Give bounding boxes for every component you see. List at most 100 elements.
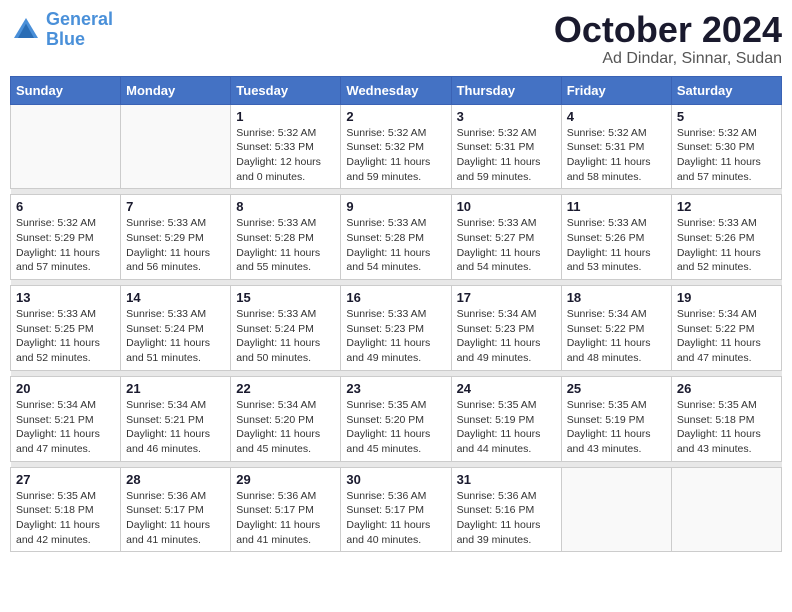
calendar-cell: 25 Sunrise: 5:35 AM Sunset: 5:19 PM Dayli… xyxy=(561,376,671,461)
calendar-cell: 9 Sunrise: 5:33 AM Sunset: 5:28 PM Daylig… xyxy=(341,195,451,280)
calendar-cell: 26 Sunrise: 5:35 AM Sunset: 5:18 PM Dayli… xyxy=(671,376,781,461)
calendar-cell: 13 Sunrise: 5:33 AM Sunset: 5:25 PM Dayli… xyxy=(11,286,121,371)
day-number: 18 xyxy=(567,290,666,305)
location-title: Ad Dindar, Sinnar, Sudan xyxy=(554,50,782,68)
calendar-cell: 6 Sunrise: 5:32 AM Sunset: 5:29 PM Daylig… xyxy=(11,195,121,280)
calendar-table: SundayMondayTuesdayWednesdayThursdayFrid… xyxy=(10,76,782,553)
calendar-cell: 11Sunrise: 5:33 AM Sunset: 5:26 PM Dayli… xyxy=(561,195,671,280)
weekday-header-saturday: Saturday xyxy=(671,76,781,104)
calendar-cell: 19 Sunrise: 5:34 AM Sunset: 5:22 PM Dayli… xyxy=(671,286,781,371)
calendar-cell: 10 Sunrise: 5:33 AM Sunset: 5:27 PM Dayli… xyxy=(451,195,561,280)
day-number: 1 xyxy=(236,109,335,124)
day-info: Sunrise: 5:34 AM Sunset: 5:20 PM Dayligh… xyxy=(236,398,335,457)
day-number: 6 xyxy=(16,199,115,214)
day-number: 5 xyxy=(677,109,776,124)
calendar-week-row: 13 Sunrise: 5:33 AM Sunset: 5:25 PM Dayli… xyxy=(11,286,782,371)
day-number: 19 xyxy=(677,290,776,305)
calendar-cell: 3 Sunrise: 5:32 AM Sunset: 5:31 PM Daylig… xyxy=(451,104,561,189)
day-info: Sunrise: 5:35 AM Sunset: 5:19 PM Dayligh… xyxy=(457,398,556,457)
calendar-cell: 31Sunrise: 5:36 AM Sunset: 5:16 PM Dayli… xyxy=(451,467,561,552)
calendar-cell: 18 Sunrise: 5:34 AM Sunset: 5:22 PM Dayli… xyxy=(561,286,671,371)
calendar-cell: 14 Sunrise: 5:33 AM Sunset: 5:24 PM Dayli… xyxy=(121,286,231,371)
calendar-cell: 28 Sunrise: 5:36 AM Sunset: 5:17 PM Dayli… xyxy=(121,467,231,552)
day-info: Sunrise: 5:33 AM Sunset: 5:23 PM Dayligh… xyxy=(346,307,445,366)
day-number: 3 xyxy=(457,109,556,124)
day-number: 7 xyxy=(126,199,225,214)
day-info: Sunrise: 5:33 AM Sunset: 5:27 PM Dayligh… xyxy=(457,216,556,275)
day-number: 8 xyxy=(236,199,335,214)
logo-line2: Blue xyxy=(46,29,85,49)
day-number: 12 xyxy=(677,199,776,214)
day-info: Sunrise: 5:34 AM Sunset: 5:21 PM Dayligh… xyxy=(16,398,115,457)
calendar-cell: 17Sunrise: 5:34 AM Sunset: 5:23 PM Dayli… xyxy=(451,286,561,371)
calendar-cell: 7 Sunrise: 5:33 AM Sunset: 5:29 PM Daylig… xyxy=(121,195,231,280)
day-number: 10 xyxy=(457,199,556,214)
day-number: 24 xyxy=(457,381,556,396)
weekday-header-thursday: Thursday xyxy=(451,76,561,104)
day-info: Sunrise: 5:32 AM Sunset: 5:33 PM Dayligh… xyxy=(236,126,335,185)
day-number: 14 xyxy=(126,290,225,305)
logo: General Blue xyxy=(10,10,113,50)
day-info: Sunrise: 5:33 AM Sunset: 5:25 PM Dayligh… xyxy=(16,307,115,366)
day-number: 25 xyxy=(567,381,666,396)
day-info: Sunrise: 5:35 AM Sunset: 5:18 PM Dayligh… xyxy=(677,398,776,457)
day-number: 4 xyxy=(567,109,666,124)
calendar-cell: 21Sunrise: 5:34 AM Sunset: 5:21 PM Dayli… xyxy=(121,376,231,461)
day-info: Sunrise: 5:35 AM Sunset: 5:20 PM Dayligh… xyxy=(346,398,445,457)
calendar-cell xyxy=(121,104,231,189)
month-title: October 2024 xyxy=(554,10,782,50)
calendar-cell: 29Sunrise: 5:36 AM Sunset: 5:17 PM Dayli… xyxy=(231,467,341,552)
calendar-cell xyxy=(11,104,121,189)
day-number: 16 xyxy=(346,290,445,305)
weekday-header-monday: Monday xyxy=(121,76,231,104)
day-number: 2 xyxy=(346,109,445,124)
calendar-week-row: 20 Sunrise: 5:34 AM Sunset: 5:21 PM Dayli… xyxy=(11,376,782,461)
calendar-cell: 8 Sunrise: 5:33 AM Sunset: 5:28 PM Daylig… xyxy=(231,195,341,280)
calendar-cell: 15Sunrise: 5:33 AM Sunset: 5:24 PM Dayli… xyxy=(231,286,341,371)
day-info: Sunrise: 5:34 AM Sunset: 5:22 PM Dayligh… xyxy=(677,307,776,366)
day-number: 30 xyxy=(346,472,445,487)
day-info: Sunrise: 5:32 AM Sunset: 5:29 PM Dayligh… xyxy=(16,216,115,275)
calendar-cell: 20 Sunrise: 5:34 AM Sunset: 5:21 PM Dayli… xyxy=(11,376,121,461)
calendar-cell: 30 Sunrise: 5:36 AM Sunset: 5:17 PM Dayli… xyxy=(341,467,451,552)
day-number: 20 xyxy=(16,381,115,396)
calendar-cell xyxy=(671,467,781,552)
day-info: Sunrise: 5:33 AM Sunset: 5:29 PM Dayligh… xyxy=(126,216,225,275)
day-info: Sunrise: 5:33 AM Sunset: 5:28 PM Dayligh… xyxy=(236,216,335,275)
calendar-week-row: 27 Sunrise: 5:35 AM Sunset: 5:18 PM Dayli… xyxy=(11,467,782,552)
day-number: 27 xyxy=(16,472,115,487)
day-info: Sunrise: 5:32 AM Sunset: 5:31 PM Dayligh… xyxy=(567,126,666,185)
calendar-cell: 22 Sunrise: 5:34 AM Sunset: 5:20 PM Dayli… xyxy=(231,376,341,461)
title-area: October 2024 Ad Dindar, Sinnar, Sudan xyxy=(554,10,782,68)
page-header: General Blue October 2024 Ad Dindar, Sin… xyxy=(10,10,782,68)
day-number: 31 xyxy=(457,472,556,487)
calendar-cell: 5 Sunrise: 5:32 AM Sunset: 5:30 PM Daylig… xyxy=(671,104,781,189)
day-number: 23 xyxy=(346,381,445,396)
day-info: Sunrise: 5:33 AM Sunset: 5:24 PM Dayligh… xyxy=(126,307,225,366)
calendar-week-row: 1 Sunrise: 5:32 AM Sunset: 5:33 PM Daylig… xyxy=(11,104,782,189)
calendar-cell: 27 Sunrise: 5:35 AM Sunset: 5:18 PM Dayli… xyxy=(11,467,121,552)
day-info: Sunrise: 5:33 AM Sunset: 5:28 PM Dayligh… xyxy=(346,216,445,275)
day-number: 28 xyxy=(126,472,225,487)
day-info: Sunrise: 5:36 AM Sunset: 5:17 PM Dayligh… xyxy=(126,489,225,548)
day-number: 9 xyxy=(346,199,445,214)
day-number: 21 xyxy=(126,381,225,396)
day-number: 29 xyxy=(236,472,335,487)
weekday-header-wednesday: Wednesday xyxy=(341,76,451,104)
day-number: 13 xyxy=(16,290,115,305)
day-info: Sunrise: 5:35 AM Sunset: 5:19 PM Dayligh… xyxy=(567,398,666,457)
day-info: Sunrise: 5:32 AM Sunset: 5:31 PM Dayligh… xyxy=(457,126,556,185)
calendar-cell xyxy=(561,467,671,552)
weekday-header-sunday: Sunday xyxy=(11,76,121,104)
day-info: Sunrise: 5:35 AM Sunset: 5:18 PM Dayligh… xyxy=(16,489,115,548)
logo-line1: General xyxy=(46,9,113,29)
day-info: Sunrise: 5:34 AM Sunset: 5:22 PM Dayligh… xyxy=(567,307,666,366)
day-info: Sunrise: 5:32 AM Sunset: 5:30 PM Dayligh… xyxy=(677,126,776,185)
day-number: 15 xyxy=(236,290,335,305)
day-number: 26 xyxy=(677,381,776,396)
day-number: 22 xyxy=(236,381,335,396)
day-number: 17 xyxy=(457,290,556,305)
weekday-header-tuesday: Tuesday xyxy=(231,76,341,104)
day-info: Sunrise: 5:36 AM Sunset: 5:17 PM Dayligh… xyxy=(346,489,445,548)
day-info: Sunrise: 5:32 AM Sunset: 5:32 PM Dayligh… xyxy=(346,126,445,185)
